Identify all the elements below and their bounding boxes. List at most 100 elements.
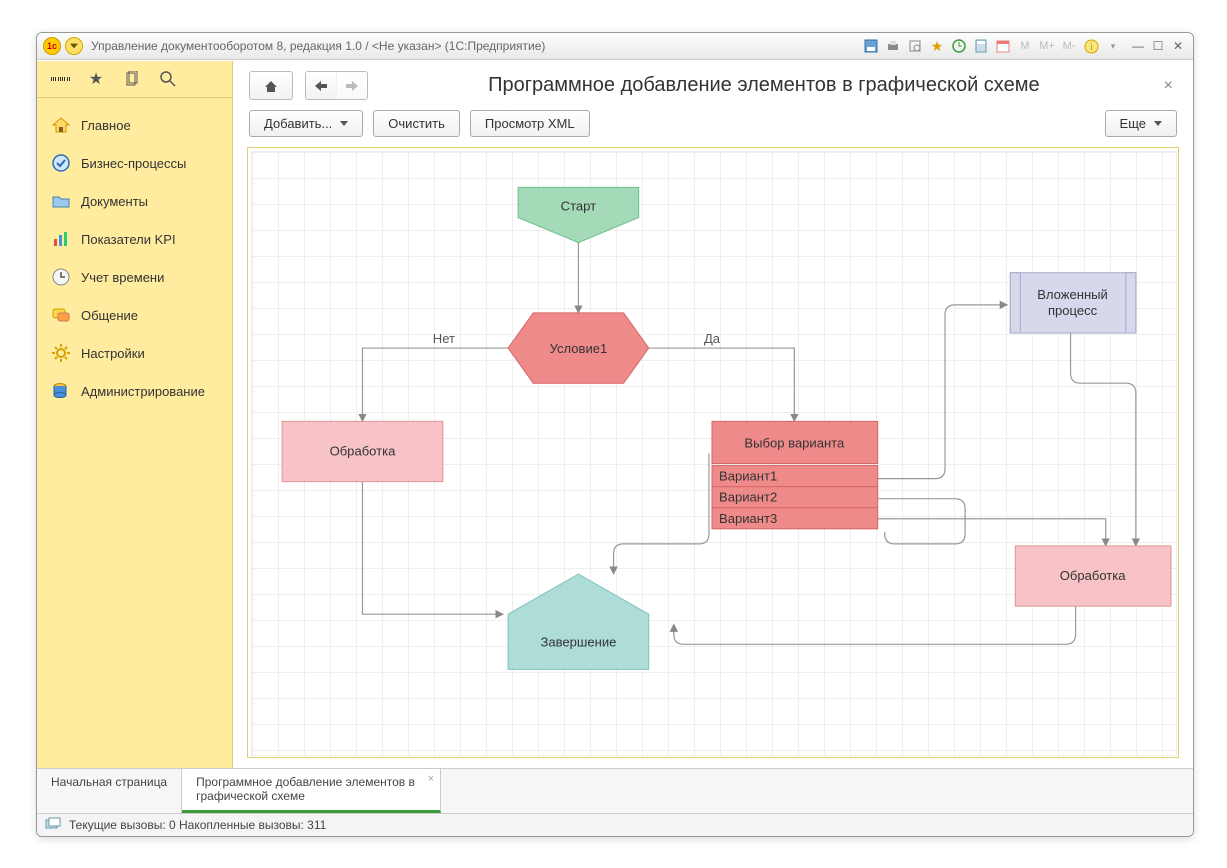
sidebar-item-label: Показатели KPI [81, 232, 176, 247]
chat-icon [51, 305, 71, 325]
svg-text:Вариант3: Вариант3 [719, 511, 777, 526]
minimize-button[interactable]: — [1129, 38, 1147, 54]
node-condition[interactable]: Условие1 [508, 313, 649, 383]
titlebar: 1c Управление документооборотом 8, редак… [37, 33, 1193, 60]
sidebar-item-label: Главное [81, 118, 131, 133]
page-title: Программное добавление элементов в графи… [380, 74, 1148, 97]
bottom-tabs: Начальная страница Программное добавлени… [37, 768, 1193, 813]
flowchart-svg: Нет Да Старт Условие1 [252, 152, 1176, 755]
calendar-icon[interactable] [995, 38, 1011, 54]
sidebar-item-processes[interactable]: Бизнес-процессы [37, 144, 232, 182]
clear-button-label: Очистить [388, 116, 445, 131]
save-icon[interactable] [863, 38, 879, 54]
history-icon[interactable] [951, 38, 967, 54]
view-xml-button[interactable]: Просмотр XML [470, 110, 590, 137]
forward-button[interactable] [336, 72, 367, 99]
status-icon [45, 817, 61, 834]
print-icon[interactable] [885, 38, 901, 54]
sidebar-item-chat[interactable]: Общение [37, 296, 232, 334]
view-xml-button-label: Просмотр XML [485, 116, 575, 131]
sidebar-items: Главное Бизнес-процессы Документы Показа… [37, 98, 232, 418]
sidebar-item-admin[interactable]: Администрирование [37, 372, 232, 410]
svg-text:Вариант2: Вариант2 [719, 490, 777, 505]
sidebar-item-label: Общение [81, 308, 138, 323]
sections-menu-icon[interactable] [51, 70, 69, 88]
close-page-button[interactable]: × [1160, 77, 1177, 95]
m-plus-icon[interactable]: M+ [1039, 38, 1055, 54]
m-icon[interactable]: M [1017, 38, 1033, 54]
status-bar: Текущие вызовы: 0 Накопленные вызовы: 31… [37, 813, 1193, 836]
maximize-button[interactable]: ☐ [1149, 38, 1167, 54]
history-tab-icon[interactable] [123, 70, 141, 88]
calculator-icon[interactable] [973, 38, 989, 54]
chart-icon [51, 229, 71, 249]
sidebar-item-label: Документы [81, 194, 148, 209]
sidebar-item-documents[interactable]: Документы [37, 182, 232, 220]
gear-icon [51, 343, 71, 363]
status-text: Текущие вызовы: 0 Накопленные вызовы: 31… [69, 818, 326, 832]
info-dropdown-icon[interactable]: ▾ [1105, 38, 1121, 54]
edge-label-yes: Да [704, 331, 721, 346]
titlebar-toolbar: ★ M M+ M- i ▾ [863, 38, 1121, 54]
close-button[interactable]: ✕ [1169, 38, 1187, 54]
svg-text:Условие1: Условие1 [550, 341, 608, 356]
flowchart-canvas[interactable]: Нет Да Старт Условие1 [251, 151, 1177, 756]
folder-icon [51, 191, 71, 211]
tab-label: Начальная страница [51, 775, 167, 789]
node-subprocess[interactable]: Вложенныйпроцесс [1010, 273, 1136, 333]
clear-button[interactable]: Очистить [373, 110, 460, 137]
node-process-right[interactable]: Обработка [1015, 546, 1171, 606]
search-tab-icon[interactable] [159, 70, 177, 88]
nav-buttons [305, 71, 368, 100]
svg-text:i: i [1090, 42, 1092, 53]
sidebar-item-label: Бизнес-процессы [81, 156, 186, 171]
more-button[interactable]: Еще [1105, 110, 1177, 137]
favorites-tab-icon[interactable]: ★ [87, 70, 105, 88]
main-panel: Программное добавление элементов в графи… [233, 61, 1193, 768]
add-button[interactable]: Добавить... [249, 110, 363, 137]
sidebar: ★ Главное Бизнес-процессы Документы [37, 61, 233, 768]
back-button[interactable] [306, 72, 336, 99]
sidebar-item-settings[interactable]: Настройки [37, 334, 232, 372]
sidebar-item-kpi[interactable]: Показатели KPI [37, 220, 232, 258]
tab-home[interactable]: Начальная страница [37, 769, 182, 813]
sidebar-tabs: ★ [37, 61, 232, 98]
node-start[interactable]: Старт [518, 187, 639, 242]
svg-text:Старт: Старт [561, 198, 596, 213]
database-icon [51, 381, 71, 401]
app-menu-dropdown[interactable] [65, 37, 83, 55]
node-process-left[interactable]: Обработка [282, 421, 443, 481]
clock-icon [51, 267, 71, 287]
app-logo-icon: 1c [43, 37, 61, 55]
sidebar-item-label: Администрирование [81, 384, 205, 399]
sidebar-item-label: Настройки [81, 346, 145, 361]
svg-text:Обработка: Обработка [1060, 568, 1127, 583]
process-icon [51, 153, 71, 173]
sidebar-item-label: Учет времени [81, 270, 164, 285]
tab-close-icon[interactable]: × [428, 773, 434, 785]
tab-current[interactable]: Программное добавление элементов в графи… [182, 769, 441, 813]
favorite-icon[interactable]: ★ [929, 38, 945, 54]
svg-text:Обработка: Обработка [330, 444, 397, 459]
window-title: Управление документооборотом 8, редакция… [91, 39, 545, 53]
home-icon [51, 115, 71, 135]
app-window: 1c Управление документооборотом 8, редак… [36, 32, 1194, 837]
chevron-down-icon [1154, 121, 1162, 126]
chevron-down-icon [340, 121, 348, 126]
node-choice[interactable]: Выбор варианта Вариант1 Вариант2 Вариант… [712, 421, 878, 528]
node-end[interactable]: Завершение [508, 574, 649, 669]
window-controls: — ☐ ✕ [1129, 38, 1187, 54]
edge-label-no: Нет [433, 331, 455, 346]
svg-text:Завершение: Завершение [540, 634, 616, 649]
toolbar: Добавить... Очистить Просмотр XML Еще [233, 110, 1193, 147]
info-icon[interactable]: i [1083, 38, 1099, 54]
svg-text:Вариант1: Вариант1 [719, 469, 777, 484]
preview-icon[interactable] [907, 38, 923, 54]
main-header: Программное добавление элементов в графи… [233, 61, 1193, 110]
sidebar-item-time[interactable]: Учет времени [37, 258, 232, 296]
add-button-label: Добавить... [264, 116, 332, 131]
sidebar-item-main[interactable]: Главное [37, 106, 232, 144]
canvas-frame: Нет Да Старт Условие1 [247, 147, 1179, 758]
m-minus-icon[interactable]: M- [1061, 38, 1077, 54]
home-button[interactable] [249, 71, 293, 100]
